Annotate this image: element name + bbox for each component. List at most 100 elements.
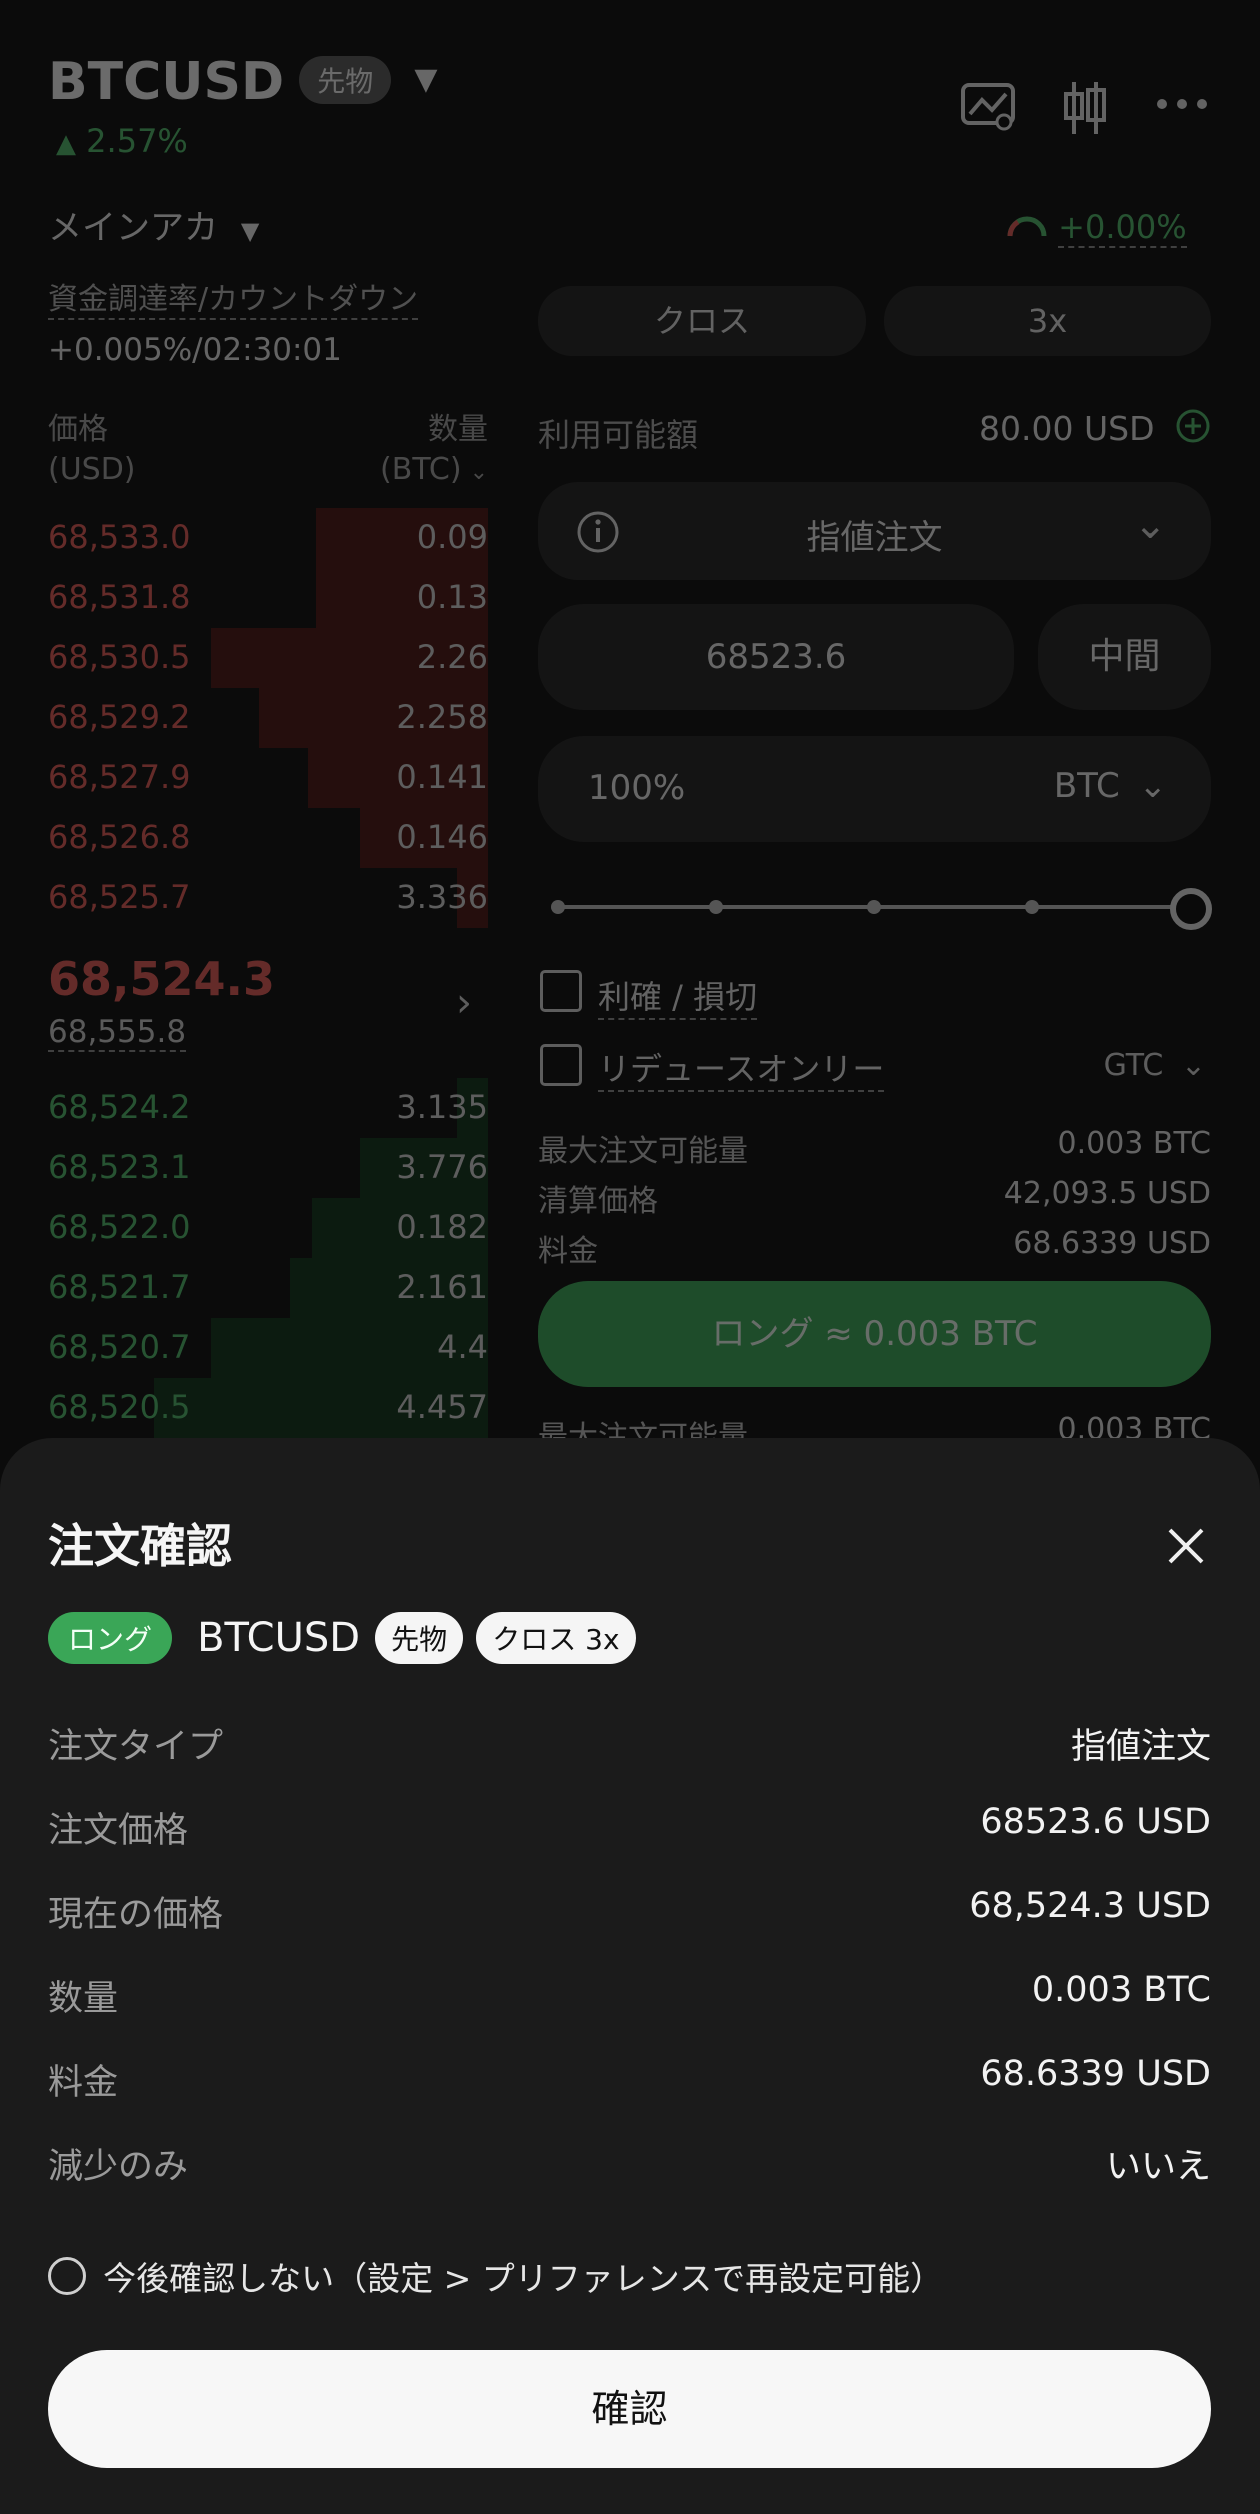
bid-price: 68,522.0 <box>48 1208 191 1246</box>
risk-indicator[interactable]: +0.00% <box>1006 208 1187 248</box>
confirm-button[interactable]: 確認 <box>48 2350 1211 2468</box>
max-qty-row: 最大注文可能量 0.003 BTC <box>538 1126 1211 1170</box>
chevron-down-icon: ⌄ <box>1180 1048 1206 1083</box>
ask-row[interactable]: 68,526.8 0.146 <box>48 808 488 868</box>
detail-value: 68523.6 USD <box>980 1802 1211 1842</box>
liq-price-value: 42,093.5 USD <box>1003 1176 1211 1211</box>
ask-row[interactable]: 68,533.0 0.09 <box>48 508 488 568</box>
slider-handle[interactable] <box>1170 888 1212 930</box>
detail-label: 数量 <box>48 1979 119 2019</box>
price-unit: (USD) <box>48 452 136 487</box>
up-arrow-icon: ▲ <box>56 129 76 159</box>
detail-value: 68,524.3 USD <box>969 1886 1211 1926</box>
chevron-down-icon: ⌄ <box>1138 766 1168 806</box>
summary-symbol: BTCUSD <box>197 1615 361 1661</box>
quantity-unit-select[interactable]: BTC ⌄ <box>1054 766 1167 806</box>
market-type-badge: 先物 <box>299 56 392 104</box>
price-column-header: 価格 (USD) <box>48 410 136 490</box>
bid-row[interactable]: 68,524.2 3.135 <box>48 1078 488 1138</box>
detail-row: 料金 68.6339 USD <box>48 2054 1211 2114</box>
long-button-label: ロング ≈ 0.003 BTC <box>711 1314 1038 1354</box>
bid-row[interactable]: 68,520.7 4.4 <box>48 1318 488 1378</box>
caret-down-icon: ▼ <box>240 217 260 245</box>
quantity-input[interactable]: 100% BTC ⌄ <box>538 736 1211 842</box>
detail-row: 注文価格 68523.6 USD <box>48 1802 1211 1862</box>
close-icon[interactable] <box>1166 1526 1206 1570</box>
bid-qty: 3.776 <box>396 1148 488 1186</box>
slider-tick[interactable] <box>709 900 723 914</box>
tp-sl-label[interactable]: 利確 / 損切 <box>598 972 758 1020</box>
add-funds-icon[interactable] <box>1175 408 1211 452</box>
ask-row[interactable]: 68,530.5 2.26 <box>48 628 488 688</box>
detail-label: 料金 <box>48 2063 119 2103</box>
ask-price: 68,533.0 <box>48 518 191 556</box>
caret-down-icon: ▼ <box>414 62 438 97</box>
price-header: 価格 <box>48 412 108 447</box>
long-button[interactable]: ロング ≈ 0.003 BTC <box>538 1281 1211 1387</box>
detail-value: いいえ <box>1105 2147 1211 2187</box>
detail-label: 注文タイプ <box>48 1727 224 1767</box>
ask-row[interactable]: 68,529.2 2.258 <box>48 688 488 748</box>
fee-row: 料金 68.6339 USD <box>538 1226 1211 1270</box>
bid-row[interactable]: 68,522.0 0.182 <box>48 1198 488 1258</box>
ask-qty: 0.141 <box>396 758 488 796</box>
reduce-only-label[interactable]: リデュースオンリー <box>598 1044 885 1092</box>
qty-header: 数量 <box>428 412 488 447</box>
mid-price-button[interactable]: 中間 <box>1038 604 1211 710</box>
bid-price: 68,521.7 <box>48 1268 191 1306</box>
candlestick-icon[interactable] <box>1062 80 1108 140</box>
detail-row: 減少のみ いいえ <box>48 2138 1211 2198</box>
chart-settings-icon[interactable] <box>960 82 1016 136</box>
bid-qty: 4.4 <box>437 1328 488 1366</box>
bid-price: 68,520.7 <box>48 1328 191 1366</box>
bid-row[interactable]: 68,521.7 2.161 <box>48 1258 488 1318</box>
fee-label: 料金 <box>538 1234 598 1269</box>
tif-select[interactable]: GTC ⌄ <box>1104 1048 1206 1083</box>
ask-qty: 0.13 <box>416 578 488 616</box>
detail-label: 注文価格 <box>48 1811 189 1851</box>
side-badge: ロング <box>48 1612 173 1664</box>
qty-column-header[interactable]: 数量 (BTC) ⌄ <box>340 410 488 493</box>
leverage-button[interactable]: 3x <box>884 286 1211 356</box>
radio-icon[interactable] <box>48 2257 86 2295</box>
chevron-right-icon[interactable]: › <box>456 980 472 1026</box>
tif-value: GTC <box>1103 1048 1164 1083</box>
sheet-title: 注文確認 <box>48 1519 232 1573</box>
ask-qty: 2.26 <box>416 638 488 676</box>
ask-row[interactable]: 68,525.7 3.336 <box>48 868 488 928</box>
more-icon[interactable] <box>1156 96 1208 116</box>
risk-change-value: +0.00% <box>1058 208 1187 248</box>
account-selector[interactable]: メインアカ ▼ <box>48 200 259 249</box>
tp-sl-checkbox[interactable] <box>540 970 582 1012</box>
ask-row[interactable]: 68,531.8 0.13 <box>48 568 488 628</box>
bid-row[interactable]: 68,520.5 4.457 <box>48 1378 488 1438</box>
price-input-value: 68523.6 <box>705 637 847 677</box>
quantity-unit: BTC <box>1053 766 1120 806</box>
price-input[interactable]: 68523.6 <box>538 604 1014 710</box>
max-qty-value: 0.003 BTC <box>1057 1126 1211 1161</box>
ask-row[interactable]: 68,527.9 0.141 <box>48 748 488 808</box>
leverage-label: 3x <box>1027 302 1068 340</box>
available-value: 80.00 USD <box>979 408 1211 452</box>
reduce-only-checkbox[interactable] <box>540 1044 582 1086</box>
dont-ask-again-option[interactable]: 今後確認しない（設定 > プリファレンスで再設定可能） <box>48 2252 943 2300</box>
symbol-selector[interactable]: BTCUSD 先物 ▼ <box>48 52 437 112</box>
bid-row[interactable]: 68,523.1 3.776 <box>48 1138 488 1198</box>
margin-mode-button[interactable]: クロス <box>538 286 866 356</box>
slider-tick[interactable] <box>1025 900 1039 914</box>
ask-qty: 2.258 <box>396 698 488 736</box>
account-name: メインアカ <box>48 208 218 248</box>
funding-rate-label[interactable]: 資金調達率/カウントダウン <box>48 274 419 320</box>
order-type-select[interactable]: 指値注文 ⌄ <box>538 482 1211 580</box>
detail-value: 指値注文 <box>1070 1727 1211 1767</box>
liq-price-label: 清算価格 <box>538 1184 658 1219</box>
slider-tick[interactable] <box>867 900 881 914</box>
detail-row: 現在の価格 68,524.3 USD <box>48 1886 1211 1946</box>
bid-qty: 2.161 <box>396 1268 488 1306</box>
slider-tick[interactable] <box>551 900 565 914</box>
max-qty-label: 最大注文可能量 <box>538 1134 748 1169</box>
bid-qty: 0.182 <box>396 1208 488 1246</box>
order-confirm-sheet: 注文確認 ロング BTCUSD 先物 クロス 3x 注文タイプ 指値注文 注文価格 6… <box>0 1438 1260 2514</box>
chevron-down-icon: ⌄ <box>1133 502 1167 548</box>
ask-qty: 0.146 <box>396 818 488 856</box>
